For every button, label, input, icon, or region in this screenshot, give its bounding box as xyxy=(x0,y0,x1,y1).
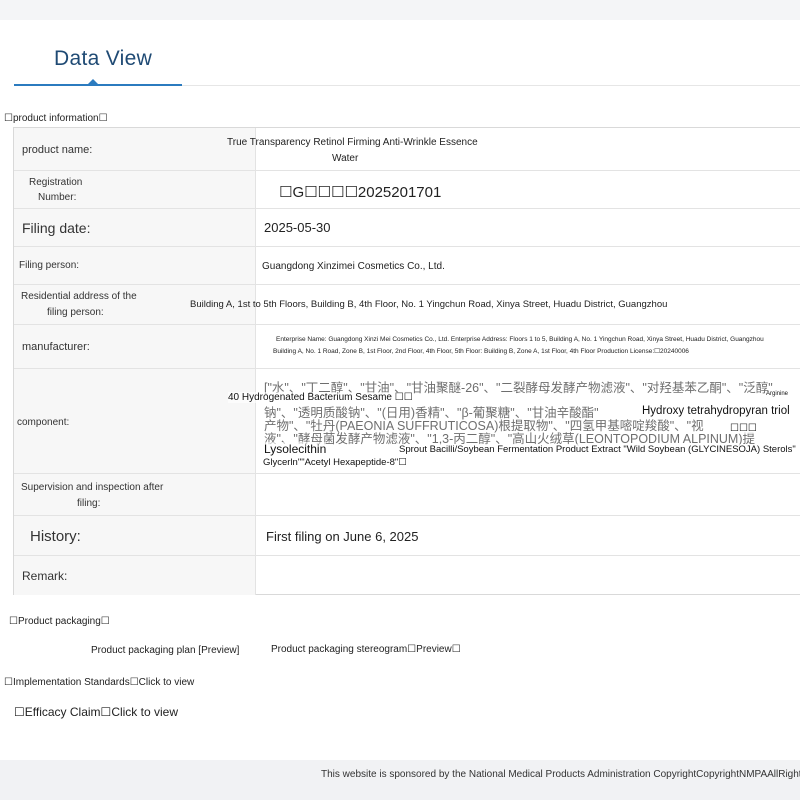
top-strip xyxy=(0,0,800,20)
packaging-stereogram-preview-link[interactable]: Product packaging stereogram☐Preview☐ xyxy=(271,644,461,655)
row-filing-person: Filing person: Guangdong Xinzimei Cosmet… xyxy=(14,246,800,285)
section-product-packaging: ☐Product packaging☐ xyxy=(9,616,110,627)
remark-label: Remark: xyxy=(22,569,68,583)
component-en-3: Arginine xyxy=(766,391,789,397)
tab-data-view[interactable]: Data View xyxy=(54,47,152,71)
row-product-name: product name: True Transparency Retinol … xyxy=(14,128,800,170)
registration-number-value: ☐G☐☐☐☐2025201701 xyxy=(279,184,442,201)
row-residential-address: Residential address of the filing person… xyxy=(14,284,800,325)
supervision-label-line2: filing: xyxy=(77,498,101,509)
registration-label-line1: Registration xyxy=(29,177,83,188)
row-remark: Remark: xyxy=(14,555,800,595)
tab-divider xyxy=(182,85,800,86)
packaging-plan-preview-link[interactable]: Product packaging plan [Preview] xyxy=(91,645,239,656)
component-en-1: 40 Hydrogenated Bacterium Sesame ☐☐ xyxy=(228,392,413,403)
address-value: Building A, 1st to 5th Floors, Building … xyxy=(190,299,668,310)
row-filing-date: Filing date: 2025-05-30 xyxy=(14,208,800,247)
footer-copyright: This website is sponsored by the Nationa… xyxy=(321,769,800,780)
address-label-line1: Residential address of the xyxy=(21,291,137,302)
address-label-line2: filing person: xyxy=(47,307,104,318)
implementation-standards-link[interactable]: ☐Implementation Standards☐Click to view xyxy=(4,677,194,688)
component-en-5: Lysolecithin xyxy=(264,442,327,456)
component-value: ["水"、"丁二醇"、"甘油"、"甘油聚醚-26"、"二裂酵母发酵产物滤液"、"… xyxy=(264,377,800,469)
section-product-information: ☐product information☐ xyxy=(4,113,108,124)
product-name-value-line2: Water xyxy=(332,153,359,164)
component-en-4: ☐☐☐ xyxy=(730,423,757,434)
component-en-7: Glycerln""Acetyl Hexapeptide-8"☐ xyxy=(263,457,407,468)
filing-date-label: Filing date: xyxy=(22,220,91,236)
row-history: History: First filing on June 6, 2025 xyxy=(14,515,800,556)
history-value: First filing on June 6, 2025 xyxy=(266,529,419,544)
manufacturer-value-line2: Building A, No. 1 Road, Zone B, 1st Floo… xyxy=(273,348,689,355)
tab-active-underline xyxy=(14,84,182,86)
filing-date-value: 2025-05-30 xyxy=(264,220,331,235)
product-name-value-line1: True Transparency Retinol Firming Anti-W… xyxy=(227,137,478,148)
row-component: component: ["水"、"丁二醇"、"甘油"、"甘油聚醚-26"、"二裂… xyxy=(14,368,800,474)
component-en-6: Sprout Bacilli/Soybean Fermentation Prod… xyxy=(399,444,796,455)
row-manufacturer: manufacturer: Enterprise Name: Guangdong… xyxy=(14,324,800,369)
component-label: component: xyxy=(17,417,70,428)
tab-caret-icon xyxy=(88,79,98,84)
filing-person-label: Filing person: xyxy=(19,260,80,271)
efficacy-claim-link[interactable]: ☐Efficacy Claim☐Click to view xyxy=(14,705,178,719)
registration-label-line2: Number: xyxy=(38,192,77,203)
supervision-label-line1: Supervision and inspection after xyxy=(21,482,164,493)
manufacturer-value-line1: Enterprise Name: Guangdong Xinzi Mei Cos… xyxy=(276,336,764,343)
row-supervision: Supervision and inspection after filing: xyxy=(14,473,800,516)
filing-person-value: Guangdong Xinzimei Cosmetics Co., Ltd. xyxy=(262,261,445,272)
history-label: History: xyxy=(30,528,81,545)
footer: This website is sponsored by the Nationa… xyxy=(0,760,800,800)
product-name-label: product name: xyxy=(22,144,93,156)
component-en-2: Hydroxy tetrahydropyran triol xyxy=(642,405,790,417)
row-registration-number: Registration Number: ☐G☐☐☐☐2025201701 xyxy=(14,170,800,209)
product-info-table: product name: True Transparency Retinol … xyxy=(13,127,800,595)
manufacturer-label: manufacturer: xyxy=(22,341,90,353)
